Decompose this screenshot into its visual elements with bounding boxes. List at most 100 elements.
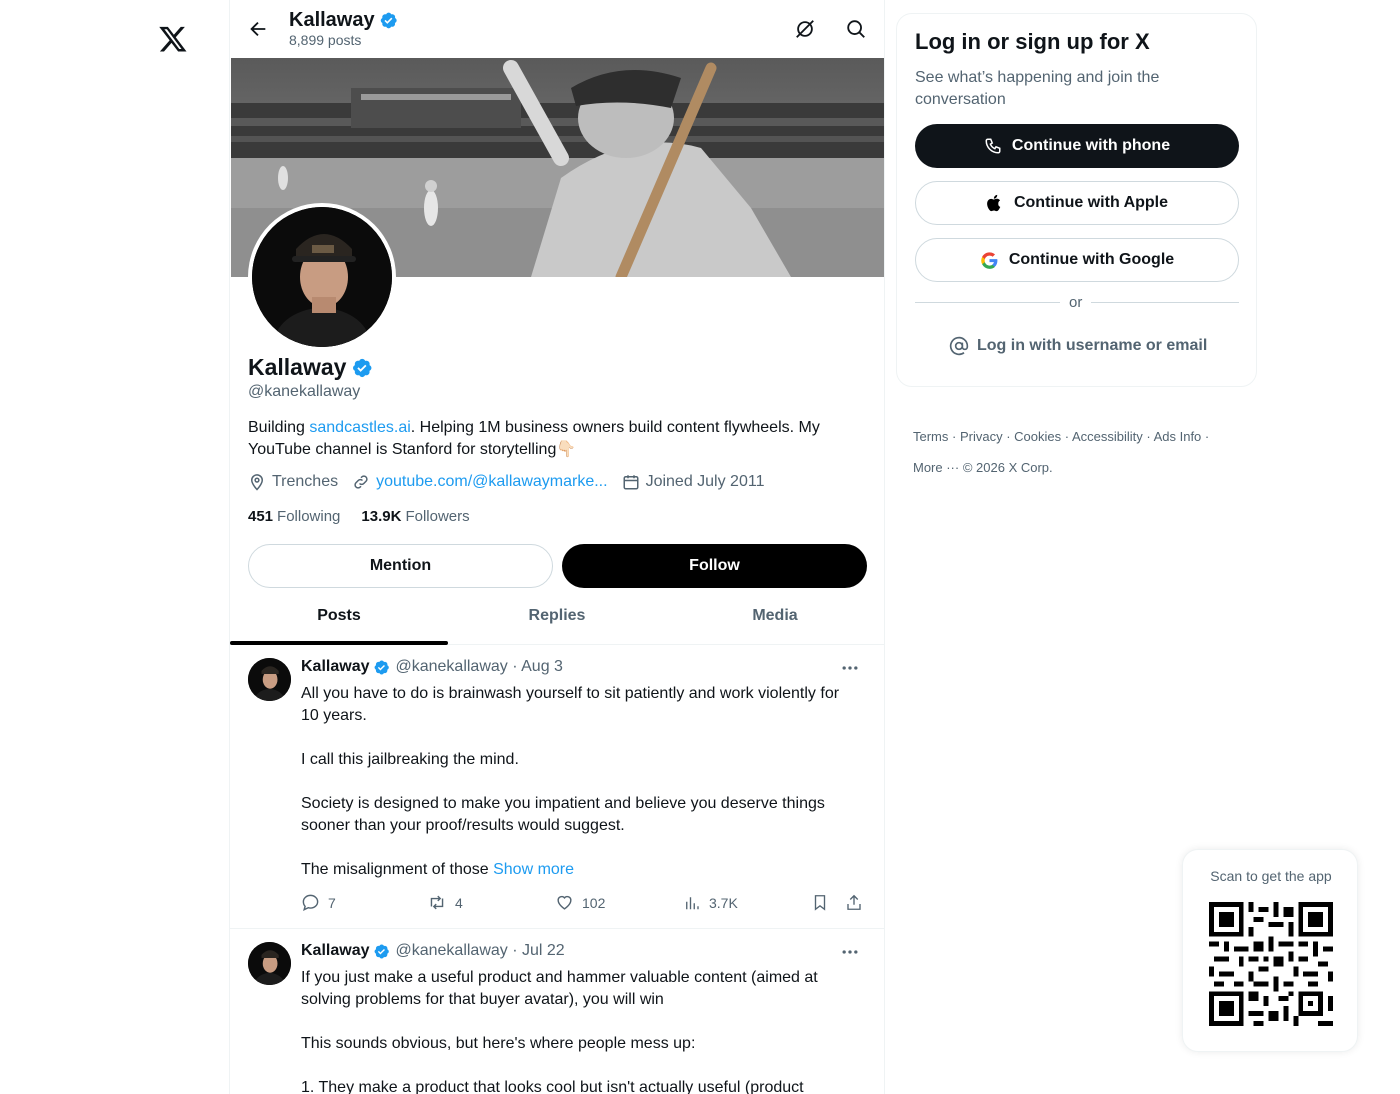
profile-handle: @kanekallaway — [248, 383, 361, 400]
bio-text-prefix: Building — [248, 419, 310, 436]
post-paragraph: This sounds obvious, but here's where pe… — [301, 1035, 696, 1052]
profile-name: Kallaway — [248, 354, 373, 381]
post-paragraph: Society is designed to make you impatien… — [301, 795, 825, 834]
profile-name-text: Kallaway — [248, 354, 347, 380]
verified-badge-icon — [380, 12, 397, 29]
more-options-icon[interactable] — [840, 942, 860, 962]
footer-link-cookies[interactable]: Cookies — [1014, 429, 1061, 444]
reply-count: 7 — [328, 894, 336, 911]
show-more-link[interactable]: Show more — [493, 861, 574, 878]
repost-button[interactable]: 4 — [427, 893, 463, 912]
profile-column: Kallaway 8,899 posts Kallaway @kanekalla… — [229, 0, 885, 1094]
footer-link-accessibility[interactable]: Accessibility — [1072, 429, 1143, 444]
search-icon[interactable] — [845, 18, 867, 40]
footer-link-ads-info[interactable]: Ads Info — [1154, 429, 1202, 444]
footer-copyright: © 2026 X Corp. — [962, 460, 1053, 475]
back-arrow-icon[interactable] — [247, 18, 269, 40]
share-button[interactable] — [845, 893, 871, 912]
bookmark-button[interactable] — [811, 893, 837, 912]
post-item[interactable]: Kallaway @kanekallaway · Aug 3 All you h… — [230, 646, 884, 929]
header-profile-name: Kallaway — [289, 9, 398, 32]
apple-icon — [987, 194, 1001, 212]
post-author-name[interactable]: Kallaway — [301, 658, 369, 676]
heart-icon — [557, 895, 572, 910]
post-item[interactable]: Kallaway @kanekallaway · Jul 22 If you j… — [230, 930, 884, 1094]
link-icon — [354, 475, 368, 489]
verified-badge-icon — [353, 358, 372, 377]
continue-phone-button[interactable]: Continue with phone — [915, 124, 1239, 168]
footer-link-privacy[interactable]: Privacy — [960, 429, 1003, 444]
login-title: Log in or sign up for X — [915, 29, 1150, 54]
follow-counts: 451 Following 13.9K Followers — [248, 508, 491, 525]
qr-caption: Scan to get the app — [1210, 868, 1332, 884]
profile-avatar[interactable] — [248, 203, 396, 351]
post-handle-date[interactable]: @kanekallaway · Jul 22 — [395, 942, 564, 960]
login-username-email-label: Log in with username or email — [977, 337, 1208, 354]
post-author-name[interactable]: Kallaway — [301, 942, 369, 960]
calendar-icon — [623, 475, 639, 490]
post-paragraph: 1. They make a product that looks cool b… — [301, 1079, 804, 1094]
repost-icon — [430, 895, 444, 910]
bio-link[interactable]: sandcastles.ai — [309, 419, 410, 436]
like-button[interactable]: 102 — [555, 893, 605, 912]
x-logo-icon[interactable] — [158, 24, 188, 54]
login-signup-panel: Log in or sign up for X See what’s happe… — [896, 13, 1257, 387]
continue-phone-label: Continue with phone — [1011, 137, 1171, 154]
profile-meta: Trenches youtube.com/@kallawaymarke... J… — [248, 473, 778, 491]
post-header: Kallaway @kanekallaway · Aug 3 — [301, 658, 563, 676]
views-chart-icon — [686, 897, 699, 910]
login-subtitle: See what’s happening and join the conver… — [915, 69, 1160, 108]
follow-button[interactable]: Follow — [562, 544, 867, 588]
continue-google-label: Continue with Google — [1008, 251, 1175, 268]
grok-icon[interactable] — [794, 18, 816, 40]
following-link[interactable]: 451 Following — [248, 508, 340, 525]
google-icon — [981, 251, 998, 269]
mention-button[interactable]: Mention — [248, 544, 553, 588]
post-avatar[interactable] — [248, 658, 291, 701]
reply-button[interactable]: 7 — [301, 893, 336, 912]
joined-item: Joined July 2011 — [622, 473, 765, 491]
location-text: Trenches — [272, 473, 339, 490]
qr-code-image — [1209, 902, 1333, 1026]
footer-link-more[interactable]: More ··· — [913, 460, 959, 475]
continue-apple-label: Continue with Apple — [1013, 194, 1169, 211]
location-item: Trenches — [248, 473, 338, 491]
header-name-text: Kallaway — [289, 9, 375, 31]
reply-icon — [302, 894, 319, 911]
post-avatar[interactable] — [248, 942, 291, 985]
continue-google-button[interactable]: Continue with Google — [915, 238, 1239, 282]
bookmark-icon — [814, 895, 826, 911]
or-separator: or — [1060, 294, 1092, 311]
post-paragraph: All you have to do is brainwash yourself… — [301, 685, 840, 724]
post-actions: 7 4 102 3.7K — [301, 893, 861, 915]
login-username-email-link[interactable]: Log in with username or email — [949, 336, 1207, 356]
profile-bio: Building sandcastles.ai. Helping 1M busi… — [248, 417, 868, 461]
footer-links: Terms · Privacy · Cookies · Accessibilit… — [913, 429, 1210, 475]
continue-apple-button[interactable]: Continue with Apple — [915, 181, 1239, 225]
tab-replies[interactable]: Replies — [448, 593, 666, 644]
more-options-icon[interactable] — [840, 658, 860, 678]
post-handle-date[interactable]: @kanekallaway · Aug 3 — [395, 658, 562, 676]
post-header: Kallaway @kanekallaway · Jul 22 — [301, 942, 565, 960]
views-button[interactable]: 3.7K — [683, 893, 738, 912]
post-paragraph: I call this jailbreaking the mind. — [301, 751, 519, 768]
views-count: 3.7K — [709, 894, 738, 911]
location-pin-icon — [250, 474, 264, 491]
tab-posts[interactable]: Posts — [230, 593, 448, 645]
post-text: If you just make a useful product and ha… — [301, 967, 861, 1094]
website-item[interactable]: youtube.com/@kallawaymarke... — [352, 473, 608, 491]
profile-tabs: Posts Replies Media — [230, 593, 884, 645]
share-icon — [847, 894, 861, 910]
phone-icon — [985, 138, 1001, 154]
qr-code-panel[interactable]: Scan to get the app — [1182, 849, 1358, 1052]
followers-label: Followers — [405, 508, 470, 525]
followers-link[interactable]: 13.9K Followers — [361, 508, 469, 525]
joined-text: Joined July 2011 — [645, 473, 765, 490]
following-count: 451 — [248, 508, 274, 525]
verified-badge-icon — [375, 659, 390, 675]
footer-link-terms[interactable]: Terms — [913, 429, 948, 444]
like-count: 102 — [582, 894, 606, 911]
website-link[interactable]: youtube.com/@kallawaymarke... — [376, 473, 607, 491]
repost-count: 4 — [455, 894, 463, 911]
tab-media[interactable]: Media — [666, 593, 884, 644]
